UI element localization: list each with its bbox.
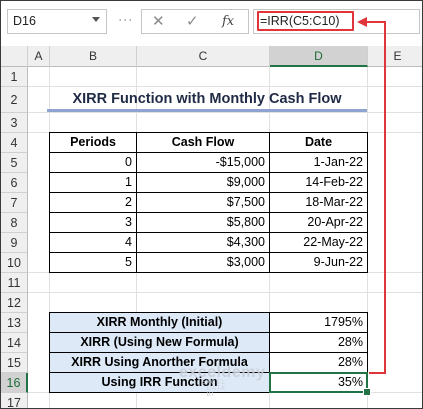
arrow-line	[365, 21, 386, 374]
spreadsheet-window: D16 ⋮ ✕ ✓ fx =IRR(C5:C10) A B C D E 1 2 …	[0, 0, 423, 409]
arrow-head	[357, 17, 367, 27]
annotation-arrow	[357, 17, 386, 374]
